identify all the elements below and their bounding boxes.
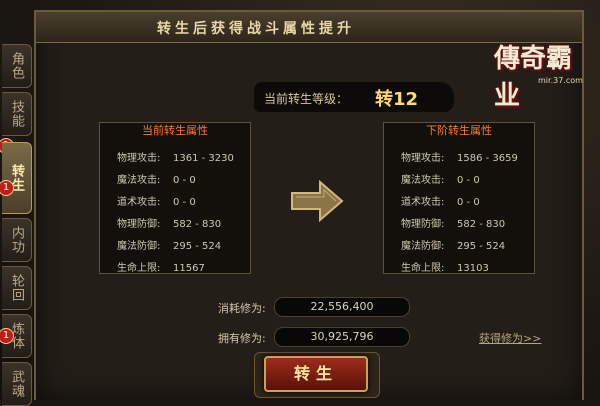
attr-key: 物理防御: xyxy=(401,219,445,230)
logo-url: mir.37.com xyxy=(538,76,583,85)
logo-text: 傳奇霸业 xyxy=(494,44,573,111)
tab-war-soul[interactable]: 武魂 xyxy=(2,362,32,406)
tab-label: 角色 xyxy=(9,52,24,80)
tab-label: 轮回 xyxy=(9,274,24,302)
attr-row: 物理防御: 582 - 830 xyxy=(117,215,221,230)
attr-value: 582 - 830 xyxy=(173,219,222,230)
attr-value: 582 - 830 xyxy=(457,219,506,230)
tab-skills[interactable]: 技能 xyxy=(2,92,32,136)
attr-key: 生命上限: xyxy=(401,263,445,274)
attr-key: 道术攻击: xyxy=(401,197,445,208)
tab-character[interactable]: 角色 xyxy=(2,44,32,88)
tab-label: 内功 xyxy=(9,226,24,254)
tab-label: 技能 xyxy=(9,100,24,128)
attr-row: 物理攻击: 1586 - 3659 xyxy=(401,149,518,164)
attr-value: 0 - 0 xyxy=(457,175,480,186)
attr-row: 生命上限: 11567 xyxy=(117,259,205,274)
panel-title: 转生后获得战斗属性提升 xyxy=(157,21,355,37)
attr-value: 13103 xyxy=(457,263,489,274)
attr-row: 魔法防御: 295 - 524 xyxy=(117,237,221,252)
box-title: 当前转生属性 xyxy=(142,124,208,137)
attr-row: 道术攻击: 0 - 0 xyxy=(117,193,196,208)
tab-inner-power[interactable]: 内功 xyxy=(2,218,32,262)
rebirth-level: 当前转生等级： 转12 xyxy=(254,82,462,112)
cost-value: 22,556,400 xyxy=(274,297,410,317)
attr-row: 魔法攻击: 0 - 0 xyxy=(117,171,196,186)
attr-value: 295 - 524 xyxy=(173,241,222,252)
current-attributes-box: 当前转生属性 物理攻击: 1361 - 3230 魔法攻击: 0 - 0 道术攻击:… xyxy=(99,122,251,274)
tab-reincarnation[interactable]: 轮回 xyxy=(2,266,32,310)
owned-value: 30,925,796 xyxy=(274,327,410,347)
attr-value: 0 - 0 xyxy=(173,175,196,186)
game-logo: 傳奇霸业 mir.37.com xyxy=(486,32,596,111)
attr-key: 生命上限: xyxy=(117,263,161,274)
attr-key: 道术攻击: xyxy=(117,197,161,208)
attr-key: 物理攻击: xyxy=(401,153,445,164)
attr-value: 0 - 0 xyxy=(173,197,196,208)
level-label: 当前转生等级： xyxy=(264,92,349,106)
level-value: 转12 xyxy=(375,89,419,110)
attr-key: 魔法防御: xyxy=(117,241,161,252)
attr-key: 魔法防御: xyxy=(401,241,445,252)
attr-key: 魔法攻击: xyxy=(117,175,161,186)
cost-label: 消耗修为: xyxy=(218,302,266,315)
attr-row: 物理防御: 582 - 830 xyxy=(401,215,505,230)
attr-value: 1361 - 3230 xyxy=(173,153,234,164)
attr-value: 295 - 524 xyxy=(457,241,506,252)
attr-key: 魔法攻击: xyxy=(401,175,445,186)
attr-value: 1586 - 3659 xyxy=(457,153,518,164)
owned-label: 拥有修为: xyxy=(218,332,266,345)
arrow-right-icon xyxy=(290,179,344,226)
side-tabs: 角色 技能 1 转生 1 内功 轮回 炼体 1 武魂 xyxy=(0,38,34,406)
attr-row: 物理攻击: 1361 - 3230 xyxy=(117,149,234,164)
rebirth-panel: 转生后获得战斗属性提升 傳奇霸业 mir.37.com 当前转生等级： 转12 … xyxy=(34,10,584,400)
attr-row: 魔法防御: 295 - 524 xyxy=(401,237,505,252)
rebirth-button[interactable]: 转生 xyxy=(264,356,368,392)
attr-key: 物理攻击: xyxy=(117,153,161,164)
attr-row: 道术攻击: 0 - 0 xyxy=(401,193,480,208)
attr-row: 魔法攻击: 0 - 0 xyxy=(401,171,480,186)
attr-row: 生命上限: 13103 xyxy=(401,259,489,274)
get-cultivation-link[interactable]: 获得修为>> xyxy=(479,330,541,346)
attr-value: 0 - 0 xyxy=(457,197,480,208)
attr-key: 物理防御: xyxy=(117,219,161,230)
tab-rebirth[interactable]: 转生 xyxy=(2,142,32,214)
tab-label: 武魂 xyxy=(9,370,24,398)
box-title: 下阶转生属性 xyxy=(426,124,492,137)
attr-value: 11567 xyxy=(173,263,205,274)
next-attributes-box: 下阶转生属性 物理攻击: 1586 - 3659 魔法攻击: 0 - 0 道术攻击:… xyxy=(383,122,535,274)
